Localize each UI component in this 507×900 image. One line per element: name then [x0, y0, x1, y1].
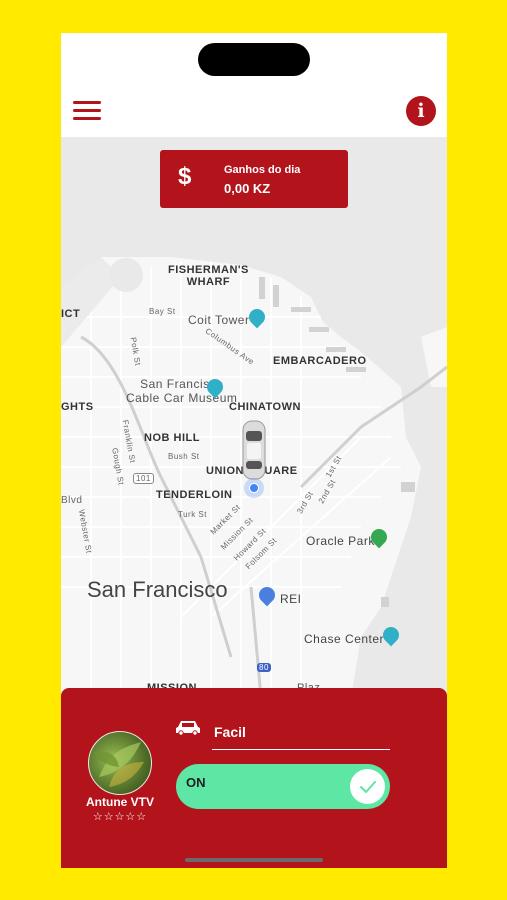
map-label-fishermans-wharf: FISHERMAN'S WHARF: [168, 264, 249, 288]
map-view[interactable]: $ Ganhos do dia 0,00 KZ FISHERMAN'S WHAR…: [61, 137, 447, 697]
hamburger-menu-icon[interactable]: [73, 101, 101, 121]
street-bush-st: Bush St: [168, 452, 200, 461]
map-label-oracle-park: Oracle Park: [306, 534, 375, 548]
car-marker-icon: [242, 420, 266, 480]
map-label-coit-tower: Coit Tower: [188, 313, 250, 327]
map-label-chase-center: Chase Center: [304, 632, 385, 646]
avatar[interactable]: [88, 731, 152, 795]
map-label-tenderloin: TENDERLOIN: [156, 489, 233, 501]
top-bar: i: [61, 83, 447, 137]
earnings-amount: 0,00 KZ: [224, 181, 271, 196]
driver-name: Antune VTV: [86, 795, 154, 809]
map-label-nob-hill: NOB HILL: [144, 432, 200, 444]
dynamic-island: [198, 43, 310, 76]
phone-screen: i $ Ganhos do dia 0,00 KZ FISHERMAN'S WH…: [61, 33, 447, 868]
street-blvd: Blvd: [61, 495, 83, 506]
current-location-dot: [249, 483, 259, 493]
map-label-embarcadero: EMBARCADERO: [273, 355, 367, 367]
driver-rating-stars: ☆☆☆☆☆: [92, 811, 148, 823]
map-label-ict: ICT: [61, 308, 81, 320]
street-turk-st: Turk St: [178, 510, 207, 519]
vehicle-category-input[interactable]: [212, 718, 384, 740]
map-canvas: [61, 137, 447, 697]
earnings-label: Ganhos do dia: [224, 164, 301, 176]
highway-80-shield: 80: [257, 663, 271, 672]
driver-panel: Antune VTV ☆☆☆☆☆ ON: [61, 688, 447, 868]
map-label-san-francisco: San Francisco: [87, 577, 228, 602]
daily-earnings-card[interactable]: $ Ganhos do dia 0,00 KZ: [160, 150, 348, 208]
home-indicator[interactable]: [185, 858, 323, 862]
car-icon: [176, 721, 200, 736]
checkmark-icon: [360, 781, 376, 793]
toggle-knob[interactable]: [350, 769, 385, 804]
avatar-leaf-icon: [94, 742, 144, 787]
highway-101-shield: 101: [133, 473, 154, 484]
street-bay-st: Bay St: [149, 307, 176, 316]
dollar-icon: $: [178, 163, 192, 190]
vehicle-category-field[interactable]: [212, 718, 390, 750]
map-label-rei: REI: [280, 592, 302, 606]
online-status-toggle[interactable]: ON: [176, 764, 390, 809]
map-label-heights: GHTS: [61, 401, 94, 413]
map-label-chinatown: CHINATOWN: [229, 401, 301, 413]
info-icon[interactable]: i: [406, 96, 436, 126]
online-status-label: ON: [186, 775, 206, 790]
